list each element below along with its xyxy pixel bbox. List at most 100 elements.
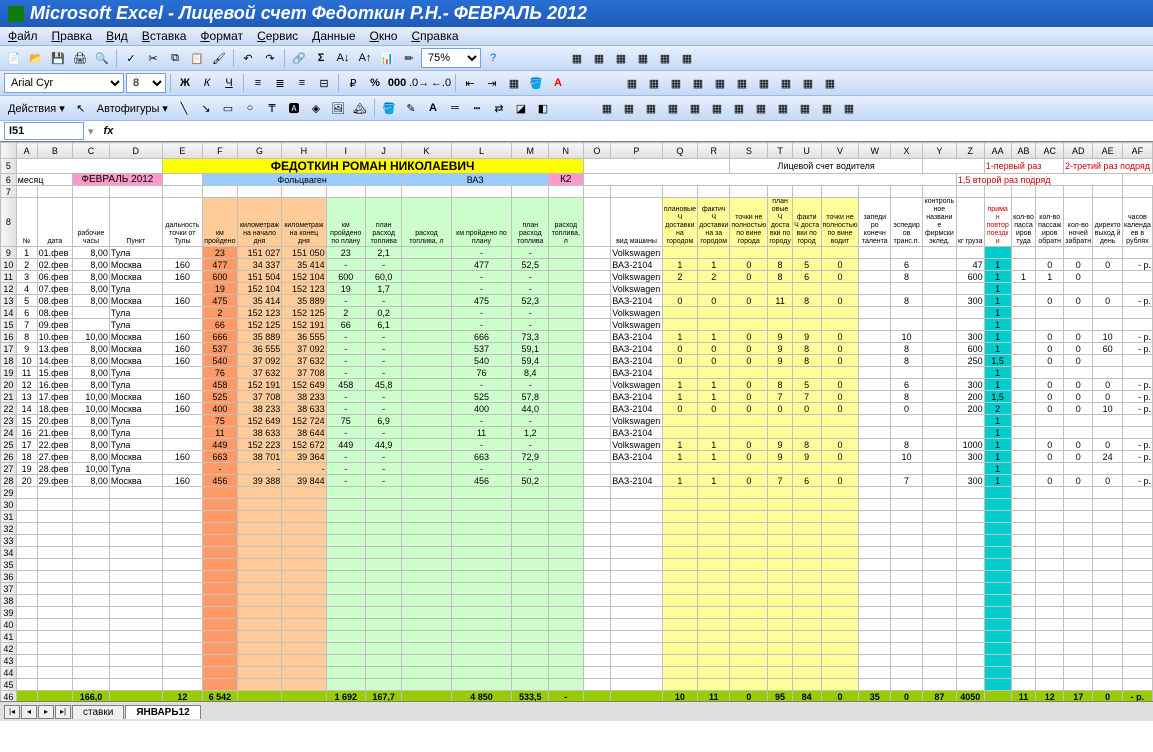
tb-misc-4[interactable]: ▦: [633, 48, 653, 68]
tab-prev-icon[interactable]: ◂: [21, 705, 37, 719]
align-right-icon[interactable]: ≡: [292, 73, 312, 93]
draw-misc-3[interactable]: ▦: [641, 98, 661, 118]
zoom-select[interactable]: 75%: [421, 48, 481, 68]
line-style-icon[interactable]: ═: [445, 98, 465, 118]
bold-icon[interactable]: Ж: [175, 73, 195, 93]
fmt-misc-6[interactable]: ▦: [732, 73, 752, 93]
currency-icon[interactable]: ₽: [343, 73, 363, 93]
drawing-icon[interactable]: ✏: [399, 48, 419, 68]
shadow-icon[interactable]: ◪: [511, 98, 531, 118]
fmt-misc-7[interactable]: ▦: [754, 73, 774, 93]
oval-icon[interactable]: ○: [240, 98, 260, 118]
diagram-icon[interactable]: ◈: [306, 98, 326, 118]
draw-misc-1[interactable]: ▦: [597, 98, 617, 118]
inc-indent-icon[interactable]: ⇥: [482, 73, 502, 93]
name-dropdown-icon[interactable]: ▾: [88, 125, 94, 138]
underline-icon[interactable]: Ч: [219, 73, 239, 93]
fx-icon[interactable]: fx: [104, 125, 114, 137]
select-icon[interactable]: ↖: [71, 98, 91, 118]
sheet-tab-ставки[interactable]: ставки: [72, 705, 124, 719]
tb-misc-5[interactable]: ▦: [655, 48, 675, 68]
name-box[interactable]: [4, 122, 84, 140]
redo-icon[interactable]: ↷: [260, 48, 280, 68]
menu-Формат[interactable]: Формат: [200, 29, 243, 43]
spell-icon[interactable]: ✓: [121, 48, 141, 68]
sort-desc-icon[interactable]: A↑: [355, 48, 375, 68]
preview-icon[interactable]: 🔍: [92, 48, 112, 68]
font-color2-icon[interactable]: A: [423, 98, 443, 118]
copy-icon[interactable]: ⧉: [165, 48, 185, 68]
line-color-icon[interactable]: ✎: [401, 98, 421, 118]
formula-input[interactable]: [119, 122, 1149, 140]
hyperlink-icon[interactable]: 🔗: [289, 48, 309, 68]
rect-icon[interactable]: ▭: [218, 98, 238, 118]
tb-misc-2[interactable]: ▦: [589, 48, 609, 68]
fmt-misc-1[interactable]: ▦: [622, 73, 642, 93]
tb-misc-1[interactable]: ▦: [567, 48, 587, 68]
tab-last-icon[interactable]: ▸|: [55, 705, 71, 719]
dec-indent-icon[interactable]: ⇤: [460, 73, 480, 93]
line-icon[interactable]: ╲: [174, 98, 194, 118]
comma-icon[interactable]: 000: [387, 73, 407, 93]
undo-icon[interactable]: ↶: [238, 48, 258, 68]
textbox-icon[interactable]: ₸: [262, 98, 282, 118]
menu-Окно[interactable]: Окно: [370, 29, 398, 43]
inc-decimal-icon[interactable]: .0→: [409, 73, 429, 93]
align-center-icon[interactable]: ≣: [270, 73, 290, 93]
cut-icon[interactable]: ✂: [143, 48, 163, 68]
wordart-icon[interactable]: 🅰: [284, 98, 304, 118]
draw-misc-10[interactable]: ▦: [795, 98, 815, 118]
dec-decimal-icon[interactable]: ←.0: [431, 73, 451, 93]
borders-icon[interactable]: ▦: [504, 73, 524, 93]
draw-misc-4[interactable]: ▦: [663, 98, 683, 118]
menu-bar[interactable]: ФайлПравкаВидВставкаФорматСервисДанныеОк…: [0, 27, 1153, 45]
3d-icon[interactable]: ◧: [533, 98, 553, 118]
menu-Справка[interactable]: Справка: [411, 29, 458, 43]
tab-first-icon[interactable]: |◂: [4, 705, 20, 719]
format-painter-icon[interactable]: 🖌: [209, 48, 229, 68]
drawing-toolbar[interactable]: Действия ▾ ↖ Автофигуры ▾ ╲ ↘ ▭ ○ ₸ 🅰 ◈ …: [0, 95, 1153, 120]
draw-misc-5[interactable]: ▦: [685, 98, 705, 118]
arrow-icon[interactable]: ↘: [196, 98, 216, 118]
arrow-style-icon[interactable]: ⇄: [489, 98, 509, 118]
font-name-select[interactable]: Arial Cyr: [4, 73, 124, 93]
chart-icon[interactable]: 📊: [377, 48, 397, 68]
draw-misc-9[interactable]: ▦: [773, 98, 793, 118]
clipart-icon[interactable]: 🖼: [328, 98, 348, 118]
open-icon[interactable]: 📂: [26, 48, 46, 68]
fmt-misc-8[interactable]: ▦: [776, 73, 796, 93]
autoshapes-menu[interactable]: Автофигуры ▾: [93, 102, 172, 115]
formatting-toolbar[interactable]: Arial Cyr 8 Ж К Ч ≡ ≣ ≡ ⊟ ₽ % 000 .0→ ←.…: [0, 70, 1153, 95]
tb-misc-3[interactable]: ▦: [611, 48, 631, 68]
print-icon[interactable]: 🖨: [70, 48, 90, 68]
fmt-misc-3[interactable]: ▦: [666, 73, 686, 93]
menu-Данные[interactable]: Данные: [312, 29, 355, 43]
menu-Вид[interactable]: Вид: [106, 29, 128, 43]
tb-misc-6[interactable]: ▦: [677, 48, 697, 68]
sheet-tab-bar[interactable]: |◂ ◂ ▸ ▸| ставкиЯНВАРЬ12: [0, 701, 1153, 721]
font-size-select[interactable]: 8: [126, 73, 166, 93]
dash-icon[interactable]: ┅: [467, 98, 487, 118]
fmt-misc-10[interactable]: ▦: [820, 73, 840, 93]
new-icon[interactable]: 📄: [4, 48, 24, 68]
fmt-misc-9[interactable]: ▦: [798, 73, 818, 93]
italic-icon[interactable]: К: [197, 73, 217, 93]
fill-icon[interactable]: 🪣: [379, 98, 399, 118]
picture-icon[interactable]: 🏔: [350, 98, 370, 118]
paste-icon[interactable]: 📋: [187, 48, 207, 68]
actions-menu[interactable]: Действия ▾: [4, 102, 69, 115]
standard-toolbar[interactable]: 📄 📂 💾 🖨 🔍 ✓ ✂ ⧉ 📋 🖌 ↶ ↷ 🔗 Σ A↓ A↑ 📊 ✏ 75…: [0, 45, 1153, 70]
menu-Сервис[interactable]: Сервис: [257, 29, 298, 43]
draw-misc-2[interactable]: ▦: [619, 98, 639, 118]
font-color-icon[interactable]: A: [548, 73, 568, 93]
help-icon[interactable]: ?: [483, 48, 503, 68]
merge-icon[interactable]: ⊟: [314, 73, 334, 93]
draw-misc-12[interactable]: ▦: [839, 98, 859, 118]
menu-Правка[interactable]: Правка: [52, 29, 93, 43]
worksheet-grid[interactable]: ABCDEFGHIJKLMNOPQRSTUVWXYZAAABACADAEAF5Ф…: [0, 141, 1153, 701]
autosum-icon[interactable]: Σ: [311, 48, 331, 68]
menu-Вставка[interactable]: Вставка: [142, 29, 187, 43]
tab-next-icon[interactable]: ▸: [38, 705, 54, 719]
save-icon[interactable]: 💾: [48, 48, 68, 68]
percent-icon[interactable]: %: [365, 73, 385, 93]
